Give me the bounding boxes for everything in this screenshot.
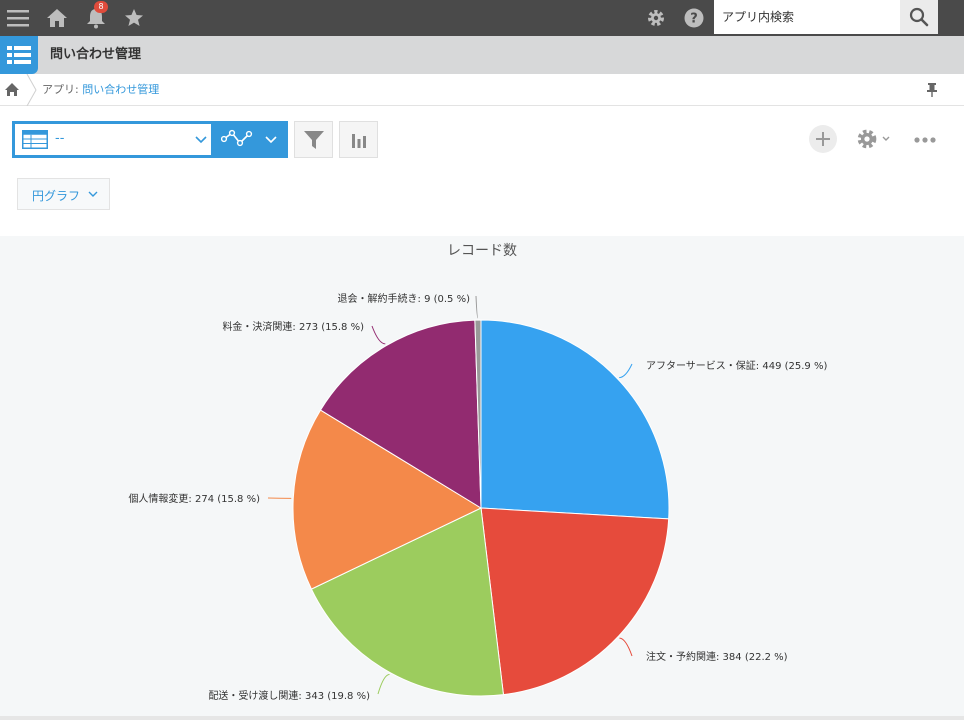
slice-label: 注文・予約関連: 384 (22.2 %) xyxy=(646,650,788,663)
slice-label: 退会・解約手続き: 9 (0.5 %) xyxy=(338,292,471,305)
pie-slice[interactable] xyxy=(480,507,670,696)
slice-connector xyxy=(619,637,633,657)
slice-connector xyxy=(475,295,479,319)
slice-label: 料金・決済関連: 273 (15.8 %) xyxy=(222,320,364,333)
slice-connector xyxy=(371,325,386,345)
bottom-divider xyxy=(0,716,964,720)
slice-connector xyxy=(377,674,390,695)
pie-slice[interactable] xyxy=(480,319,670,520)
slice-label: 個人情報変更: 274 (15.8 %) xyxy=(128,492,260,505)
slice-connector xyxy=(619,363,633,379)
pie-chart: アフターサービス・保証: 449 (25.9 %) 注文・予約関連: 384 (2… xyxy=(128,292,827,702)
slice-label: アフターサービス・保証: 449 (25.9 %) xyxy=(646,359,827,372)
slice-label: 配送・受け渡し関連: 343 (19.8 %) xyxy=(208,689,370,702)
